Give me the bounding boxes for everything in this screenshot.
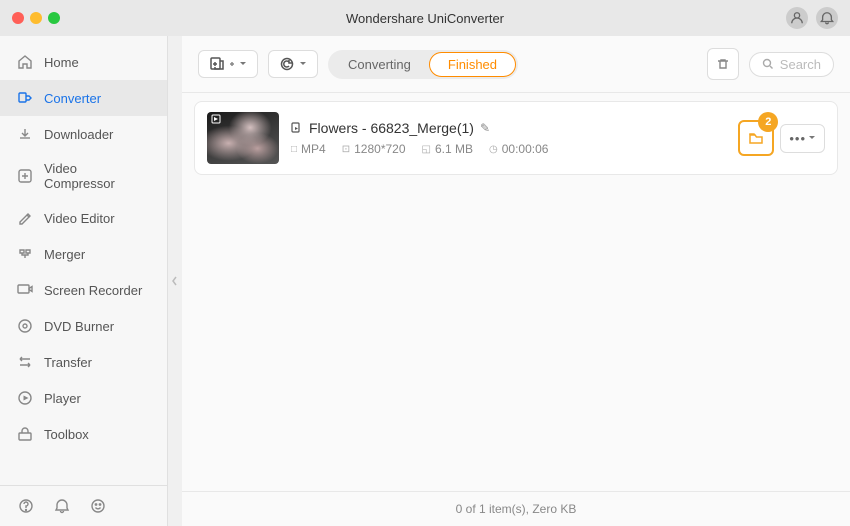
resolution-icon: ⊡ <box>342 144 350 155</box>
file-list: Flowers - 66823_Merge(1) ✎ □ MP4 ⊡ 1280*… <box>182 93 850 491</box>
sidebar-label-recorder: Screen Recorder <box>44 283 142 298</box>
titlebar-icons <box>786 7 838 29</box>
sidebar-item-downloader[interactable]: Downloader <box>0 116 167 152</box>
sidebar-item-video-editor[interactable]: Video Editor <box>0 200 167 236</box>
help-icon[interactable] <box>16 496 36 516</box>
dvd-icon <box>16 317 34 335</box>
sidebar-item-player[interactable]: Player <box>0 380 167 416</box>
tab-group: Converting Finished <box>328 50 518 79</box>
compress-icon <box>16 167 34 185</box>
main-content: Converting Finished Search <box>182 36 850 526</box>
maximize-button[interactable] <box>48 12 60 24</box>
search-box[interactable]: Search <box>749 52 834 77</box>
sidebar-label-home: Home <box>44 55 79 70</box>
duration-icon: ◷ <box>489 144 498 155</box>
merge-icon <box>16 245 34 263</box>
edit-name-icon[interactable]: ✎ <box>480 121 490 135</box>
table-row: Flowers - 66823_Merge(1) ✎ □ MP4 ⊡ 1280*… <box>194 101 838 175</box>
sidebar-label-merger: Merger <box>44 247 85 262</box>
tab-converting[interactable]: Converting <box>330 52 429 77</box>
toolbar: Converting Finished Search <box>182 36 850 93</box>
downloader-icon <box>16 125 34 143</box>
sidebar: Home Converter <box>0 36 168 526</box>
sidebar-item-merger[interactable]: Merger <box>0 236 167 272</box>
sidebar-item-dvd-burner[interactable]: DVD Burner <box>0 308 167 344</box>
sidebar-label-dvd: DVD Burner <box>44 319 114 334</box>
convert-button[interactable] <box>268 50 318 78</box>
sidebar-label-toolbox: Toolbox <box>44 427 89 442</box>
sidebar-label-transfer: Transfer <box>44 355 92 370</box>
edit-icon <box>16 209 34 227</box>
sidebar-label-compressor: Video Compressor <box>44 161 151 191</box>
sidebar-item-converter[interactable]: Converter <box>0 80 167 116</box>
toolbox-icon <box>16 425 34 443</box>
size-icon: ◱ <box>422 144 431 155</box>
sidebar-label-player: Player <box>44 391 81 406</box>
add-file-button[interactable] <box>198 50 258 78</box>
notification-icon[interactable] <box>52 496 72 516</box>
sidebar-label-editor: Video Editor <box>44 211 115 226</box>
sidebar-item-video-compressor[interactable]: Video Compressor <box>0 152 167 200</box>
sidebar-item-screen-recorder[interactable]: Screen Recorder <box>0 272 167 308</box>
transfer-icon <box>16 353 34 371</box>
play-icon <box>211 114 221 127</box>
file-format: □ MP4 <box>291 142 326 156</box>
feedback-icon[interactable] <box>88 496 108 516</box>
bell-icon[interactable] <box>816 7 838 29</box>
main-layout: Home Converter <box>0 36 850 526</box>
folder-action-wrapper: 2 <box>738 120 774 156</box>
app-title: Wondershare UniConverter <box>346 11 504 26</box>
statusbar: 0 of 1 item(s), Zero KB <box>182 491 850 526</box>
home-icon <box>16 53 34 71</box>
file-name-row: Flowers - 66823_Merge(1) ✎ <box>291 120 726 136</box>
sidebar-nav: Home Converter <box>0 36 167 485</box>
sidebar-label-downloader: Downloader <box>44 127 113 142</box>
sidebar-footer <box>0 485 167 526</box>
status-text: 0 of 1 item(s), Zero KB <box>456 502 577 516</box>
ellipsis-icon: ••• <box>789 131 806 146</box>
sidebar-label-converter: Converter <box>44 91 101 106</box>
sidebar-collapse-handle[interactable] <box>168 36 182 526</box>
sidebar-item-transfer[interactable]: Transfer <box>0 344 167 380</box>
file-meta: □ MP4 ⊡ 1280*720 ◱ 6.1 MB ◷ <box>291 142 726 156</box>
delete-button[interactable] <box>707 48 739 80</box>
user-icon[interactable] <box>786 7 808 29</box>
record-icon <box>16 281 34 299</box>
file-actions: 2 ••• <box>738 120 825 156</box>
tab-finished[interactable]: Finished <box>429 52 516 77</box>
close-button[interactable] <box>12 12 24 24</box>
sidebar-item-toolbox[interactable]: Toolbox <box>0 416 167 452</box>
file-name: Flowers - 66823_Merge(1) <box>309 120 474 136</box>
file-info: Flowers - 66823_Merge(1) ✎ □ MP4 ⊡ 1280*… <box>291 120 726 156</box>
file-resolution: ⊡ 1280*720 <box>342 142 406 156</box>
converter-icon <box>16 89 34 107</box>
window-controls <box>12 12 60 24</box>
format-icon: □ <box>291 144 297 155</box>
more-options-button[interactable]: ••• <box>780 124 825 153</box>
player-icon <box>16 389 34 407</box>
file-size: ◱ 6.1 MB <box>422 142 473 156</box>
minimize-button[interactable] <box>30 12 42 24</box>
sidebar-item-home[interactable]: Home <box>0 44 167 80</box>
file-thumbnail <box>207 112 279 164</box>
titlebar: Wondershare UniConverter <box>0 0 850 36</box>
file-duration: ◷ 00:00:06 <box>489 142 548 156</box>
search-placeholder: Search <box>780 57 821 72</box>
step2-badge: 2 <box>758 112 778 132</box>
